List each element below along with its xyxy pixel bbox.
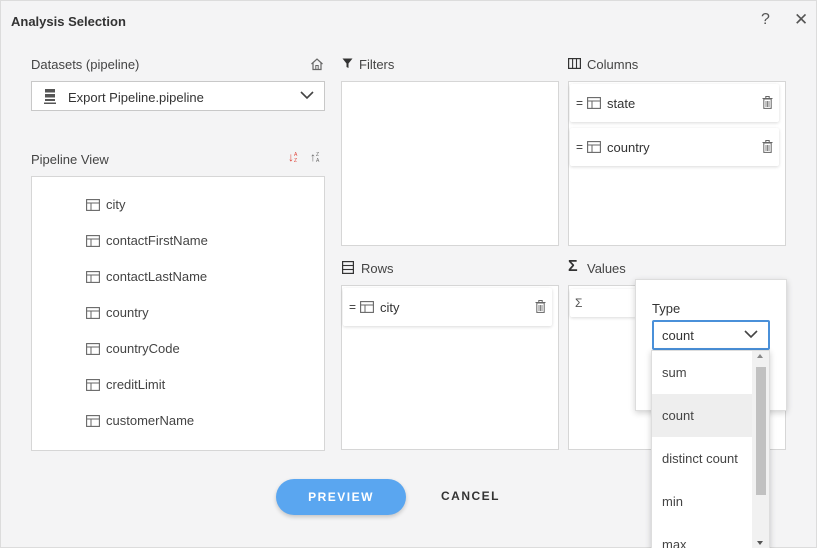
pipeline-field-label: creditLimit [106, 377, 166, 392]
help-icon[interactable]: ? [761, 11, 770, 29]
pipeline-field-label: countryCode [106, 341, 180, 356]
table-icon [86, 234, 100, 247]
sort-desc-button[interactable]: ↓ AZ [288, 150, 301, 164]
pipeline-field-item[interactable]: city [86, 197, 126, 212]
column-chip-label: state [607, 95, 636, 111]
filters-dropzone[interactable] [341, 81, 559, 246]
type-option[interactable]: min [652, 480, 754, 523]
svg-text:Z: Z [294, 158, 297, 163]
svg-text:A: A [316, 158, 320, 163]
trash-icon[interactable] [535, 300, 546, 313]
rows-label: Rows [361, 261, 394, 276]
filters-label: Filters [359, 57, 395, 72]
scrollbar-thumb[interactable] [756, 367, 766, 495]
columns-icon [568, 58, 581, 69]
scroll-down-arrow-icon[interactable] [757, 541, 763, 545]
pipeline-field-item[interactable]: country [86, 305, 149, 320]
pipeline-view-label: Pipeline View [31, 152, 109, 167]
dialog-title: Analysis Selection [11, 14, 126, 29]
pipeline-view-panel: city contactFirstName contactLastName count… [31, 176, 325, 451]
preview-button[interactable]: PREVIEW [276, 479, 406, 515]
pipeline-field-label: contactFirstName [106, 233, 208, 248]
values-label: Values [587, 261, 626, 276]
dataset-select-value: Export Pipeline.pipeline [68, 90, 204, 105]
close-icon[interactable]: ✕ [794, 10, 808, 30]
filter-icon [342, 58, 353, 68]
table-icon [86, 306, 100, 319]
column-chip-label: country [607, 139, 650, 155]
drag-handle-icon[interactable]: = [576, 96, 583, 110]
row-chip[interactable]: = city [343, 288, 552, 326]
pipeline-field-item[interactable]: contactLastName [86, 269, 207, 284]
home-icon[interactable] [310, 57, 324, 71]
pipeline-field-label: contactLastName [106, 269, 208, 284]
pipeline-field-label: customerName [106, 413, 195, 428]
type-option[interactable]: max [652, 523, 754, 548]
type-option[interactable]: sum [652, 351, 754, 394]
values-chip-sigma-icon: Σ [575, 296, 583, 310]
table-icon [86, 270, 100, 283]
chevron-down-icon [744, 330, 758, 339]
type-dropdown-list: sum count distinct count min max [651, 350, 770, 548]
column-chip[interactable]: = state [570, 84, 779, 122]
table-icon [86, 198, 100, 211]
analysis-selection-dialog: Analysis Selection ? ✕ Datasets (pipelin… [0, 0, 817, 548]
table-icon [86, 378, 100, 391]
table-icon [86, 342, 100, 355]
cancel-button[interactable]: CANCEL [441, 489, 500, 503]
pipeline-field-item[interactable]: customerName [86, 413, 194, 428]
table-icon [587, 97, 601, 109]
sort-asc-button[interactable]: ↑ ZA [310, 150, 323, 164]
pipeline-field-label: city [106, 197, 126, 212]
pipeline-field-item[interactable]: contactFirstName [86, 233, 208, 248]
rows-icon [342, 261, 354, 274]
table-icon [86, 414, 100, 427]
server-icon [44, 89, 56, 104]
column-chip[interactable]: = country [570, 128, 779, 166]
dropdown-scrollbar[interactable] [752, 351, 769, 548]
drag-handle-icon[interactable]: = [576, 140, 583, 154]
pipeline-field-label: country [106, 305, 149, 320]
type-select[interactable]: count [652, 320, 770, 350]
table-icon [587, 141, 601, 153]
table-icon [360, 301, 374, 313]
type-label: Type [652, 301, 681, 316]
sort-desc-glyph: AZ [294, 152, 298, 163]
sort-asc-glyph: ZA [316, 152, 320, 163]
pipeline-field-item[interactable]: countryCode [86, 341, 180, 356]
datasets-label: Datasets (pipeline) [31, 57, 140, 72]
columns-label: Columns [587, 57, 639, 72]
trash-icon[interactable] [762, 140, 773, 153]
scroll-up-arrow-icon[interactable] [757, 354, 763, 358]
sigma-icon: Σ [568, 258, 578, 275]
drag-handle-icon[interactable]: = [349, 300, 356, 314]
type-select-value: count [662, 328, 694, 343]
type-option[interactable]: count [652, 394, 754, 437]
pipeline-field-item[interactable]: creditLimit [86, 377, 165, 392]
values-chip[interactable]: Σ [570, 289, 636, 317]
trash-icon[interactable] [762, 96, 773, 109]
dataset-select[interactable]: Export Pipeline.pipeline [31, 81, 325, 111]
type-option[interactable]: distinct count [652, 437, 754, 480]
chevron-down-icon [300, 91, 314, 100]
row-chip-label: city [380, 299, 400, 315]
